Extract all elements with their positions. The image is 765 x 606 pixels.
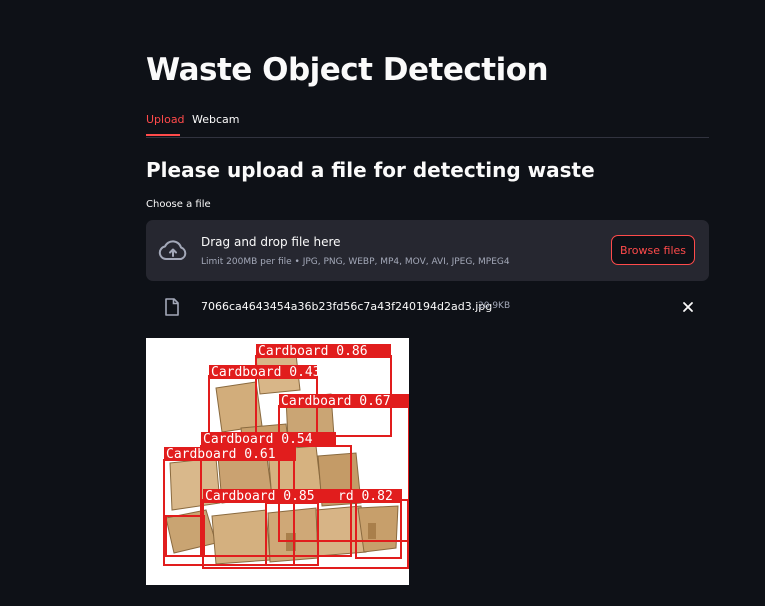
file-uploader-label: Choose a file <box>146 199 211 210</box>
detection-label: Cardboard 0.61 <box>166 447 276 462</box>
detection-result-image: Cardboard 0.86 Cardboard 0.43 Cardboard … <box>146 338 409 585</box>
uploaded-file-size: 20.9KB <box>478 301 511 311</box>
detection-label: Cardboard 0.43 <box>211 365 321 380</box>
upload-subheader: Please upload a file for detecting waste <box>146 158 595 182</box>
active-tab-indicator <box>146 134 180 136</box>
uploaded-file-row: 7066ca4643454a36b23fd56c7a43f240194d2ad3… <box>146 292 709 322</box>
detection-label: Cardboard 0.54 <box>203 432 313 447</box>
tab-webcam[interactable]: Webcam <box>192 113 240 126</box>
dropzone-title: Drag and drop file here <box>201 235 341 249</box>
detection-label: Cardboard 0.67 <box>281 394 391 409</box>
detection-label: Cardboard 0.86 <box>258 344 368 359</box>
page-title: Waste Object Detection <box>146 52 549 88</box>
detection-label: rd 0.82 <box>338 489 393 504</box>
close-icon[interactable] <box>680 299 696 315</box>
tab-upload[interactable]: Upload <box>146 113 185 126</box>
browse-files-button[interactable]: Browse files <box>611 235 695 265</box>
detection-visualization: Cardboard 0.86 Cardboard 0.43 Cardboard … <box>163 344 409 569</box>
file-icon <box>165 298 179 316</box>
detection-label: Cardboard 0.85 <box>205 489 315 504</box>
cloud-upload-icon <box>158 240 187 260</box>
tab-bar: Upload Webcam <box>146 110 709 138</box>
dropzone-limit: Limit 200MB per file • JPG, PNG, WEBP, M… <box>201 257 510 267</box>
file-dropzone[interactable]: Drag and drop file here Limit 200MB per … <box>146 220 709 281</box>
uploaded-file-name: 7066ca4643454a36b23fd56c7a43f240194d2ad3… <box>201 300 493 313</box>
